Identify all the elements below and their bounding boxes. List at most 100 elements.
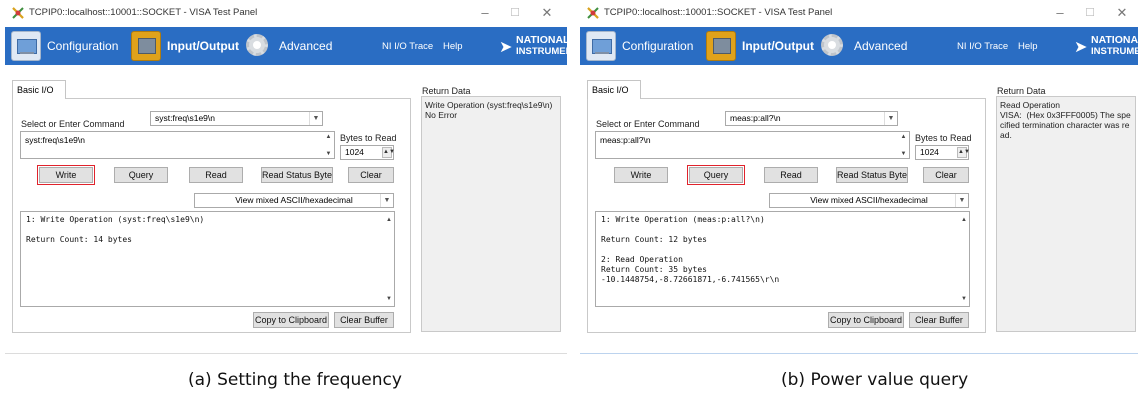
tab-basic-io[interactable]: Basic I/O bbox=[12, 80, 66, 99]
window-title: TCPIP0::localhost::10001::SOCKET - VISA … bbox=[29, 7, 258, 18]
clear-button[interactable]: Clear bbox=[923, 167, 969, 183]
title-bar: TCPIP0::localhost::10001::SOCKET - VISA … bbox=[580, 0, 1138, 26]
output-line: Return Count: 35 bytes bbox=[601, 265, 707, 274]
eagle-icon: ➤ bbox=[499, 39, 513, 56]
configuration-icon bbox=[586, 31, 616, 61]
command-select[interactable]: syst:freq\s1e9\n ▼ bbox=[150, 111, 323, 126]
main-content: Basic I/O Select or Enter Command meas:p… bbox=[586, 75, 1136, 335]
copy-to-clipboard-button[interactable]: Copy to Clipboard bbox=[828, 312, 904, 328]
chevron-down-icon: ▼ bbox=[380, 194, 393, 207]
minimize-button[interactable]: – bbox=[475, 3, 495, 23]
read-button[interactable]: Read bbox=[189, 167, 243, 183]
nav-input-output[interactable]: Input/Output bbox=[706, 29, 814, 63]
output-lines: 1: Write Operation (syst:freq\s1e9\n) Ret… bbox=[26, 215, 389, 245]
nav-io-trace[interactable]: NI I/O Trace bbox=[957, 41, 1008, 52]
output-lines: 1: Write Operation (meas:p:all?\n) Return… bbox=[601, 215, 964, 285]
spinner-icon[interactable]: ▲▼ bbox=[382, 147, 395, 158]
bytes-to-read-field[interactable]: 1024 ▲▼ bbox=[340, 145, 395, 160]
title-bar: TCPIP0::localhost::10001::SOCKET - VISA … bbox=[5, 0, 567, 26]
highlight-box bbox=[37, 165, 95, 185]
tab-basic-io[interactable]: Basic I/O bbox=[587, 80, 641, 99]
gear-icon bbox=[818, 31, 848, 61]
logo-line-2: INSTRUMENTS bbox=[516, 46, 585, 57]
nav-input-output-label: Input/Output bbox=[742, 39, 814, 53]
query-button[interactable]: Query bbox=[114, 167, 168, 183]
command-input[interactable]: meas:p:all?\n ▲ ▼ bbox=[595, 131, 910, 159]
read-status-byte-button[interactable]: Read Status Byte bbox=[836, 167, 908, 183]
visa-panel-b: TCPIP0::localhost::10001::SOCKET - VISA … bbox=[580, 0, 1138, 345]
command-input-text: syst:freq\s1e9\n bbox=[25, 135, 86, 145]
maximize-button[interactable]: ☐ bbox=[505, 3, 525, 23]
output-buffer[interactable]: 1: Write Operation (syst:freq\s1e9\n) Ret… bbox=[20, 211, 395, 307]
scroll-up-icon[interactable]: ▲ bbox=[899, 134, 908, 140]
scroll-down-icon[interactable]: ▼ bbox=[961, 294, 967, 304]
copy-to-clipboard-button[interactable]: Copy to Clipboard bbox=[253, 312, 329, 328]
minimize-button[interactable]: – bbox=[1050, 3, 1070, 23]
command-select[interactable]: meas:p:all?\n ▼ bbox=[725, 111, 898, 126]
logo-line-2: INSTRUMENTS bbox=[1091, 46, 1138, 57]
nav-configuration[interactable]: Configuration bbox=[586, 29, 693, 63]
chevron-down-icon: ▼ bbox=[955, 194, 968, 207]
output-line: 1: Write Operation (syst:freq\s1e9\n) bbox=[26, 215, 205, 224]
clear-button[interactable]: Clear bbox=[348, 167, 394, 183]
return-data-panel: Read Operation VISA: (Hex 0x3FFF0005) The… bbox=[996, 96, 1136, 332]
nav-advanced[interactable]: Advanced bbox=[243, 29, 332, 63]
scroll-up-icon[interactable]: ▲ bbox=[324, 134, 333, 140]
spinner-icon[interactable]: ▲▼ bbox=[957, 147, 970, 158]
read-button[interactable]: Read bbox=[764, 167, 818, 183]
nav-advanced-label: Advanced bbox=[854, 39, 908, 53]
output-line: 1: Write Operation (meas:p:all?\n) bbox=[601, 215, 765, 224]
view-mode-value: View mixed ASCII/hexadecimal bbox=[810, 195, 928, 205]
scroll-down-icon[interactable]: ▼ bbox=[324, 151, 333, 157]
bytes-to-read-label: Bytes to Read bbox=[915, 133, 972, 143]
command-input[interactable]: syst:freq\s1e9\n ▲ ▼ bbox=[20, 131, 335, 159]
maximize-button[interactable]: ☐ bbox=[1080, 3, 1100, 23]
separator-b bbox=[580, 353, 1138, 354]
nav-input-output[interactable]: Input/Output bbox=[131, 29, 239, 63]
nav-configuration-label: Configuration bbox=[47, 39, 119, 53]
write-button[interactable]: Write bbox=[614, 167, 668, 183]
visa-app-icon bbox=[12, 7, 24, 19]
close-button[interactable]: ✕ bbox=[537, 3, 557, 23]
bytes-to-read-field[interactable]: 1024 ▲▼ bbox=[915, 145, 970, 160]
clear-buffer-button[interactable]: Clear Buffer bbox=[909, 312, 969, 328]
scroll-down-icon[interactable]: ▼ bbox=[386, 294, 392, 304]
nav-input-output-label: Input/Output bbox=[167, 39, 239, 53]
nav-bar: Configuration Input/Output Advanced NI I… bbox=[580, 27, 1138, 65]
clear-buffer-button[interactable]: Clear Buffer bbox=[334, 312, 394, 328]
nav-configuration-label: Configuration bbox=[622, 39, 694, 53]
return-data-label: Return Data bbox=[422, 86, 471, 96]
output-buffer[interactable]: 1: Write Operation (meas:p:all?\n) Return… bbox=[595, 211, 970, 307]
nav-advanced[interactable]: Advanced bbox=[818, 29, 907, 63]
view-mode-select[interactable]: View mixed ASCII/hexadecimal ▼ bbox=[769, 193, 969, 208]
command-label: Select or Enter Command bbox=[21, 119, 125, 129]
nav-advanced-label: Advanced bbox=[279, 39, 333, 53]
read-status-byte-button[interactable]: Read Status Byte bbox=[261, 167, 333, 183]
command-select-value: syst:freq\s1e9\n bbox=[155, 113, 216, 123]
scroll-up-icon[interactable]: ▲ bbox=[961, 215, 967, 225]
ni-logo: ➤ NATIONAL INSTRUMENTS bbox=[499, 35, 585, 59]
return-data-panel: Write Operation (syst:freq\s1e9\n) No Err… bbox=[421, 96, 561, 332]
chevron-down-icon: ▼ bbox=[884, 112, 897, 125]
scroll-up-icon[interactable]: ▲ bbox=[386, 215, 392, 225]
highlight-box bbox=[687, 165, 745, 185]
visa-app-icon bbox=[587, 7, 599, 19]
nav-io-trace[interactable]: NI I/O Trace bbox=[382, 41, 433, 52]
return-data-line: No Error bbox=[425, 110, 458, 120]
scroll-down-icon[interactable]: ▼ bbox=[899, 151, 908, 157]
nav-help[interactable]: Help bbox=[443, 41, 463, 52]
return-data-label: Return Data bbox=[997, 86, 1046, 96]
main-content: Basic I/O Select or Enter Command syst:f… bbox=[11, 75, 561, 335]
nav-help[interactable]: Help bbox=[1018, 41, 1038, 52]
close-button[interactable]: ✕ bbox=[1112, 3, 1132, 23]
logo-line-1: NATIONAL bbox=[1091, 34, 1138, 46]
return-data-line: Write Operation (syst:freq\s1e9\n) bbox=[425, 100, 553, 110]
caption-a: (a) Setting the frequency bbox=[188, 370, 402, 390]
output-line: -10.1448754,-8.72661871,-6.741565\r\n bbox=[601, 275, 780, 284]
view-mode-select[interactable]: View mixed ASCII/hexadecimal ▼ bbox=[194, 193, 394, 208]
visa-panel-a: TCPIP0::localhost::10001::SOCKET - VISA … bbox=[5, 0, 585, 345]
nav-configuration[interactable]: Configuration bbox=[11, 29, 118, 63]
input-output-icon bbox=[706, 31, 736, 61]
